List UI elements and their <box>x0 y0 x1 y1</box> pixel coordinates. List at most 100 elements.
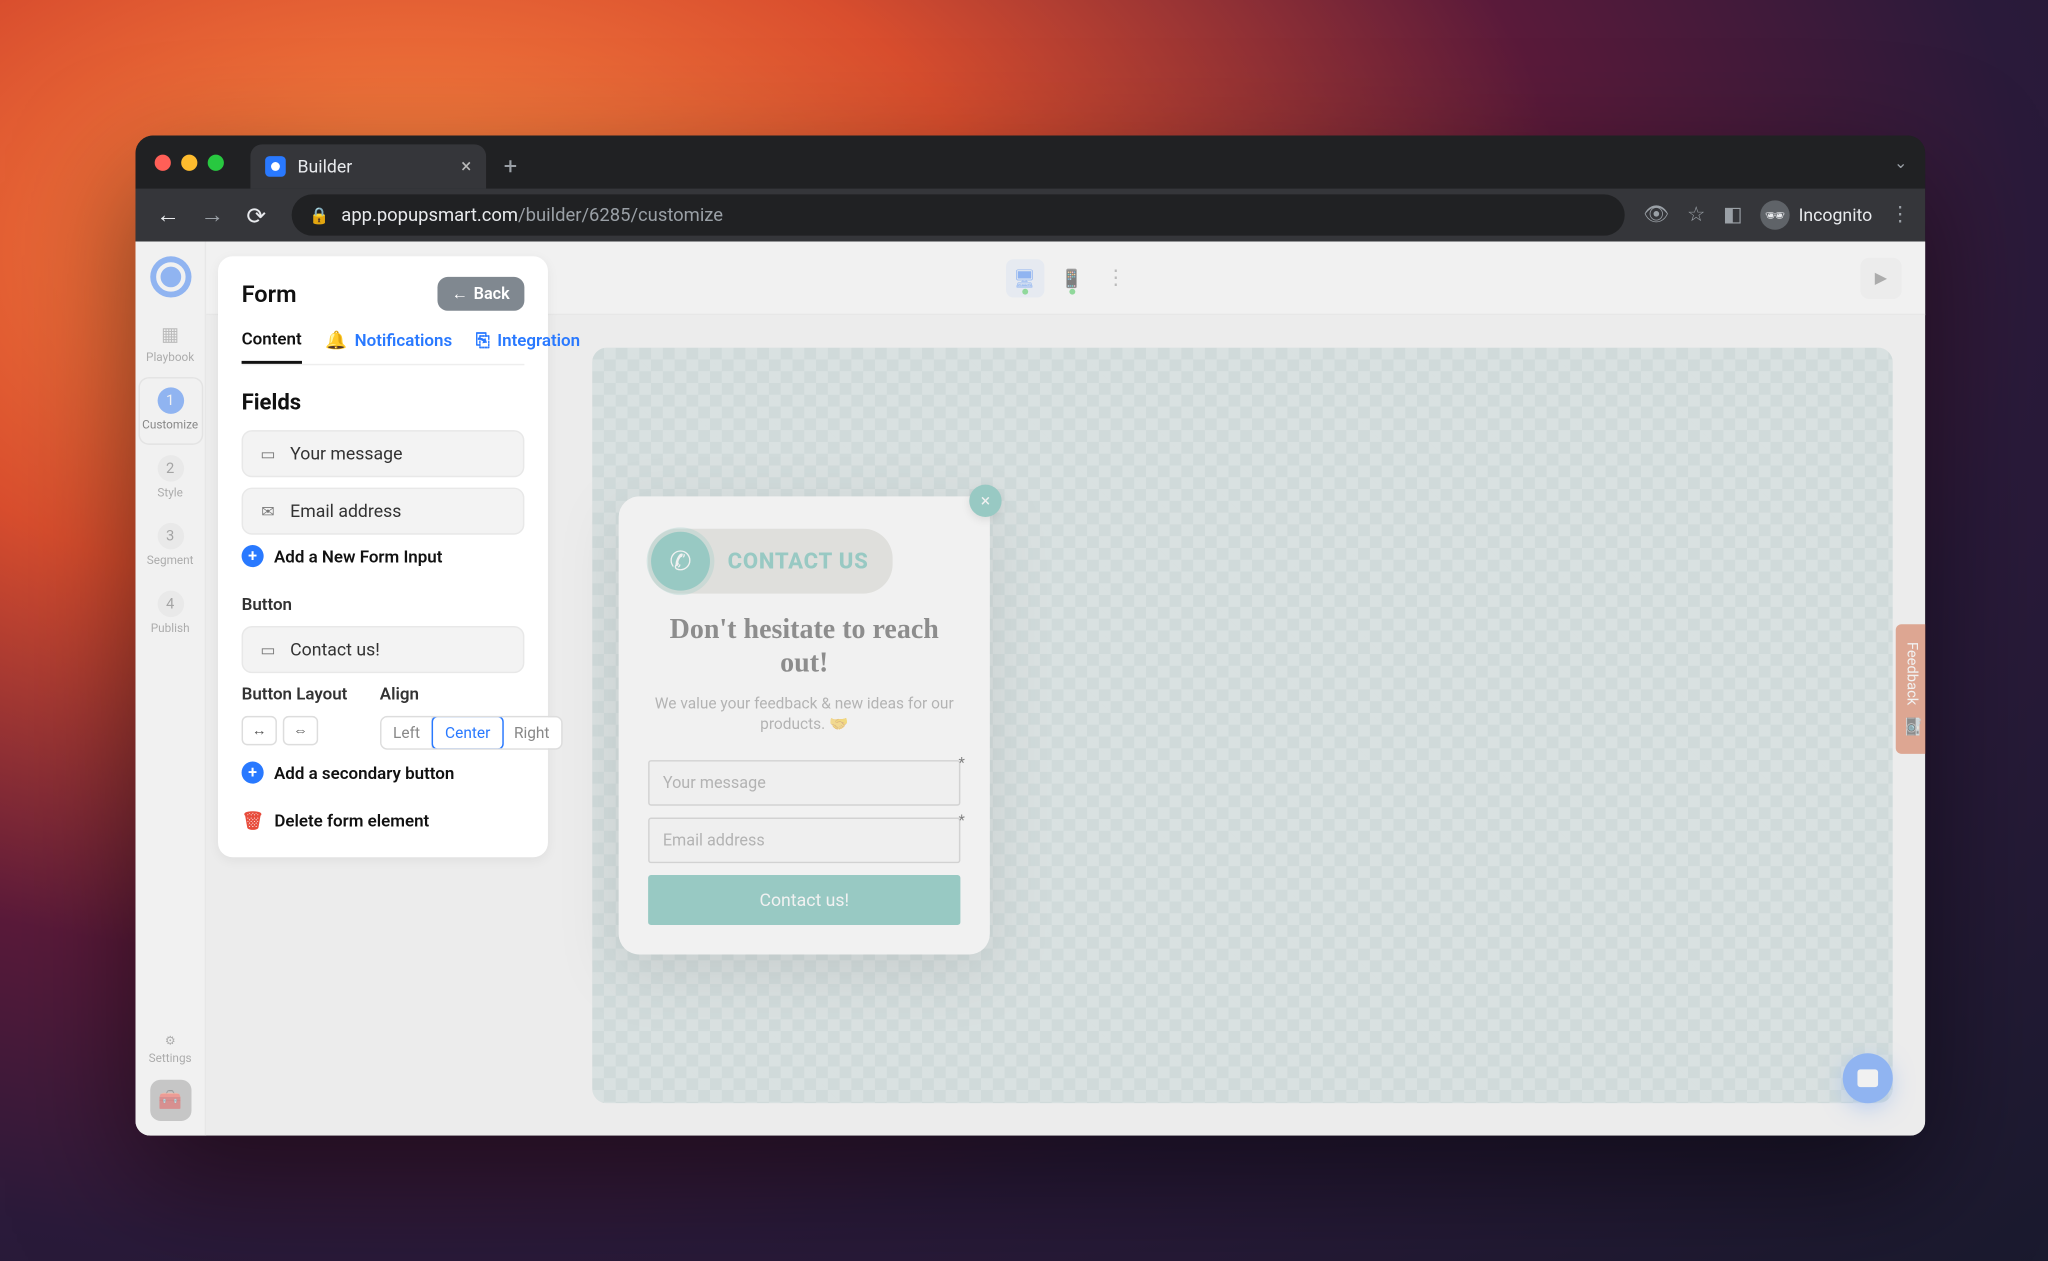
tab-list-caret-icon[interactable]: ⌄ <box>1894 152 1908 171</box>
rail-shop-button[interactable]: 🧰 <box>150 1080 191 1121</box>
bell-icon: 🔔 <box>325 330 347 351</box>
incognito-badge[interactable]: 🕶 Incognito <box>1760 200 1872 229</box>
rail-item-playbook[interactable]: ▦ Playbook <box>139 314 201 376</box>
rail-item-style[interactable]: 2 Style <box>139 446 201 511</box>
rail-label: Publish <box>151 622 190 635</box>
field-row-email[interactable]: ✉ Email address <box>242 488 525 535</box>
field-row-message[interactable]: ▭ Your message <box>242 430 525 477</box>
grid-icon: ▦ <box>158 323 182 347</box>
desktop-device-button[interactable]: 🖥 <box>1005 259 1043 297</box>
gear-icon: ⚙ <box>165 1034 176 1047</box>
rail-label: Style <box>157 486 183 499</box>
rail-settings[interactable]: ⚙ Settings <box>149 1034 192 1065</box>
window-traffic-lights[interactable] <box>155 154 224 170</box>
rail-label: Customize <box>142 418 198 431</box>
tab-integration[interactable]: ⎘ Integration <box>476 328 580 363</box>
tab-close-icon[interactable]: × <box>461 155 471 177</box>
field-row-submit-button[interactable]: ▭ Contact us! <box>242 626 525 673</box>
browser-tab[interactable]: Builder × <box>250 144 486 188</box>
app-root: ▦ Playbook 1 Customize 2 Style 3 Segment… <box>136 242 1926 1136</box>
popup-message-input[interactable] <box>648 760 960 806</box>
briefcase-icon: 🧰 <box>158 1089 182 1111</box>
settings-label: Settings <box>149 1052 192 1065</box>
tab-title: Builder <box>298 156 353 177</box>
preview-canvas: × ✆ CONTACT US Don't hesitate to reach o… <box>592 348 1893 1104</box>
step-badge: 4 <box>157 591 184 618</box>
tab-content[interactable]: Content <box>242 328 302 363</box>
tab-label: Integration <box>497 330 580 351</box>
feedback-tab[interactable]: Feedback 📷 <box>1896 623 1925 753</box>
panel-icon[interactable]: ◧ <box>1723 203 1742 227</box>
button-icon: ▭ <box>258 639 279 660</box>
integration-icon: ⎘ <box>476 329 490 351</box>
popup-preview[interactable]: × ✆ CONTACT US Don't hesitate to reach o… <box>619 496 990 954</box>
align-segmented: Left Center Right <box>380 716 563 750</box>
window-close-icon[interactable] <box>155 154 171 170</box>
align-right-button[interactable]: Right <box>502 717 561 748</box>
tab-strip: Builder × + ⌄ <box>136 136 1926 189</box>
preview-play-button[interactable]: ▶ <box>1860 257 1901 298</box>
trash-icon: 🗑 <box>242 810 264 831</box>
nav-back-icon[interactable]: ← <box>150 197 185 232</box>
nav-reload-icon[interactable]: ⟳ <box>239 197 274 232</box>
kebab-menu-icon[interactable]: ⋮ <box>1890 203 1911 227</box>
panel-title: Form <box>242 280 297 308</box>
camera-icon: 📷 <box>1901 717 1921 736</box>
add-input-button[interactable]: + Add a New Form Input <box>242 545 525 567</box>
lock-icon: 🔒 <box>309 205 329 224</box>
omnibox[interactable]: 🔒 app.popupsmart.com/builder/6285/custom… <box>292 194 1626 235</box>
button-section-label: Button <box>242 594 525 615</box>
field-label: Contact us! <box>290 639 380 660</box>
feedback-label: Feedback <box>1903 641 1919 704</box>
add-input-label: Add a New Form Input <box>274 546 442 567</box>
app-logo-icon[interactable] <box>150 256 191 297</box>
envelope-icon: ✉ <box>258 501 279 522</box>
align-center-button[interactable]: Center <box>432 716 504 750</box>
step-badge: 1 <box>157 387 184 414</box>
plus-icon: + <box>242 545 264 567</box>
contact-badge: ✆ CONTACT US <box>648 529 892 594</box>
intercom-launcher[interactable] <box>1843 1053 1893 1103</box>
browser-toolbar: ← → ⟳ 🔒 app.popupsmart.com/builder/6285/… <box>136 189 1926 242</box>
panel-tabs: Content 🔔 Notifications ⎘ Integration <box>242 328 525 365</box>
rail-item-customize[interactable]: 1 Customize <box>139 379 201 444</box>
rail-item-segment[interactable]: 3 Segment <box>139 514 201 579</box>
new-tab-button[interactable]: + <box>504 151 517 179</box>
popup-email-input[interactable] <box>648 817 960 863</box>
device-kebab-icon[interactable]: ⋮ <box>1105 266 1126 290</box>
rail-label: Playbook <box>146 351 194 364</box>
window-minimize-icon[interactable] <box>181 154 197 170</box>
add-secondary-label: Add a secondary button <box>274 762 454 783</box>
contact-badge-label: CONTACT US <box>728 548 869 575</box>
eye-off-icon[interactable]: 👁 <box>1643 203 1669 227</box>
popup-submit-button[interactable]: Contact us! <box>648 875 960 925</box>
tab-notifications[interactable]: 🔔 Notifications <box>325 328 452 363</box>
required-star-icon: * <box>958 756 964 772</box>
popup-close-button[interactable]: × <box>969 485 1001 517</box>
url-path: /builder/6285/customize <box>518 204 723 226</box>
required-star-icon: * <box>958 813 964 829</box>
rail-item-publish[interactable]: 4 Publish <box>139 582 201 647</box>
incognito-icon: 🕶 <box>1760 200 1789 229</box>
rail-label: Segment <box>147 554 194 567</box>
phone-icon: ✆ <box>651 532 710 591</box>
mobile-device-button[interactable]: 📱 <box>1052 259 1090 297</box>
tab-favicon-icon <box>265 156 286 177</box>
delete-element-button[interactable]: 🗑 Delete form element <box>242 810 525 831</box>
incognito-label: Incognito <box>1799 205 1873 226</box>
delete-label: Delete form element <box>274 810 429 831</box>
layout-full-button[interactable]: ⇔ <box>283 716 318 745</box>
layout-inline-button[interactable]: ↔ <box>242 716 277 745</box>
left-rail: ▦ Playbook 1 Customize 2 Style 3 Segment… <box>136 242 207 1136</box>
back-button[interactable]: ← Back <box>437 277 525 311</box>
nav-forward-icon: → <box>194 197 229 232</box>
form-panel: Form ← Back Content 🔔 Notifications <box>218 256 548 857</box>
window-zoom-icon[interactable] <box>208 154 224 170</box>
align-left-button[interactable]: Left <box>381 717 433 748</box>
text-field-icon: ▭ <box>258 443 279 464</box>
add-secondary-button[interactable]: + Add a secondary button <box>242 762 525 784</box>
popup-description: We value your feedback & new ideas for o… <box>648 693 960 736</box>
device-toggle: 🖥 📱 ⋮ <box>1005 259 1126 297</box>
popup-headline: Don't hesitate to reach out! <box>648 614 960 681</box>
bookmark-star-icon[interactable]: ☆ <box>1687 203 1706 227</box>
